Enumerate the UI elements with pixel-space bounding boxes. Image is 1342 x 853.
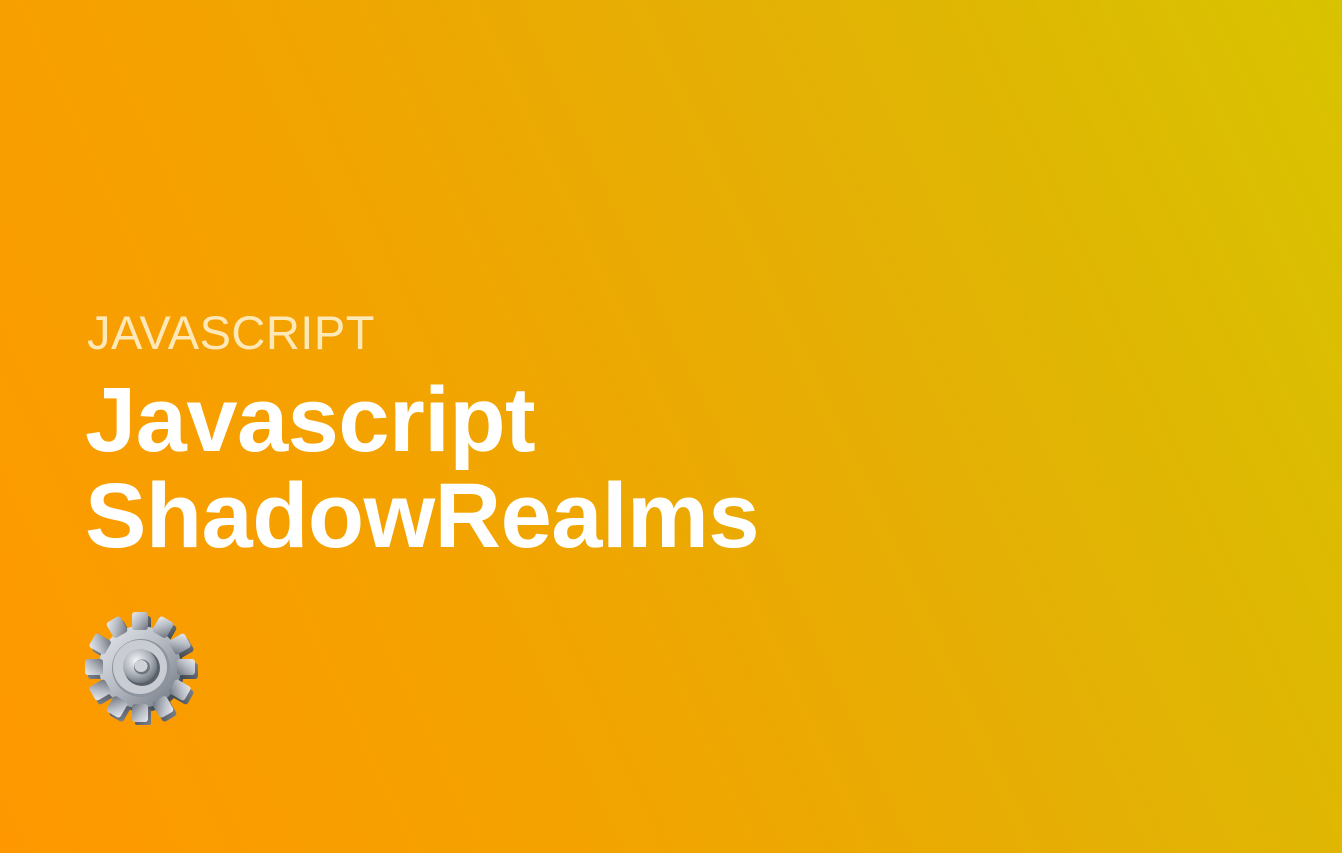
title-line-2: ShadowRealms — [85, 465, 759, 567]
category-label: JAVASCRIPT — [87, 306, 375, 359]
title-line-1: Javascript — [85, 369, 536, 471]
gear-icon — [84, 611, 198, 726]
article-card: JAVASCRIPT Javascript ShadowRealms — [0, 0, 1342, 853]
article-title: Javascript ShadowRealms — [85, 372, 759, 564]
